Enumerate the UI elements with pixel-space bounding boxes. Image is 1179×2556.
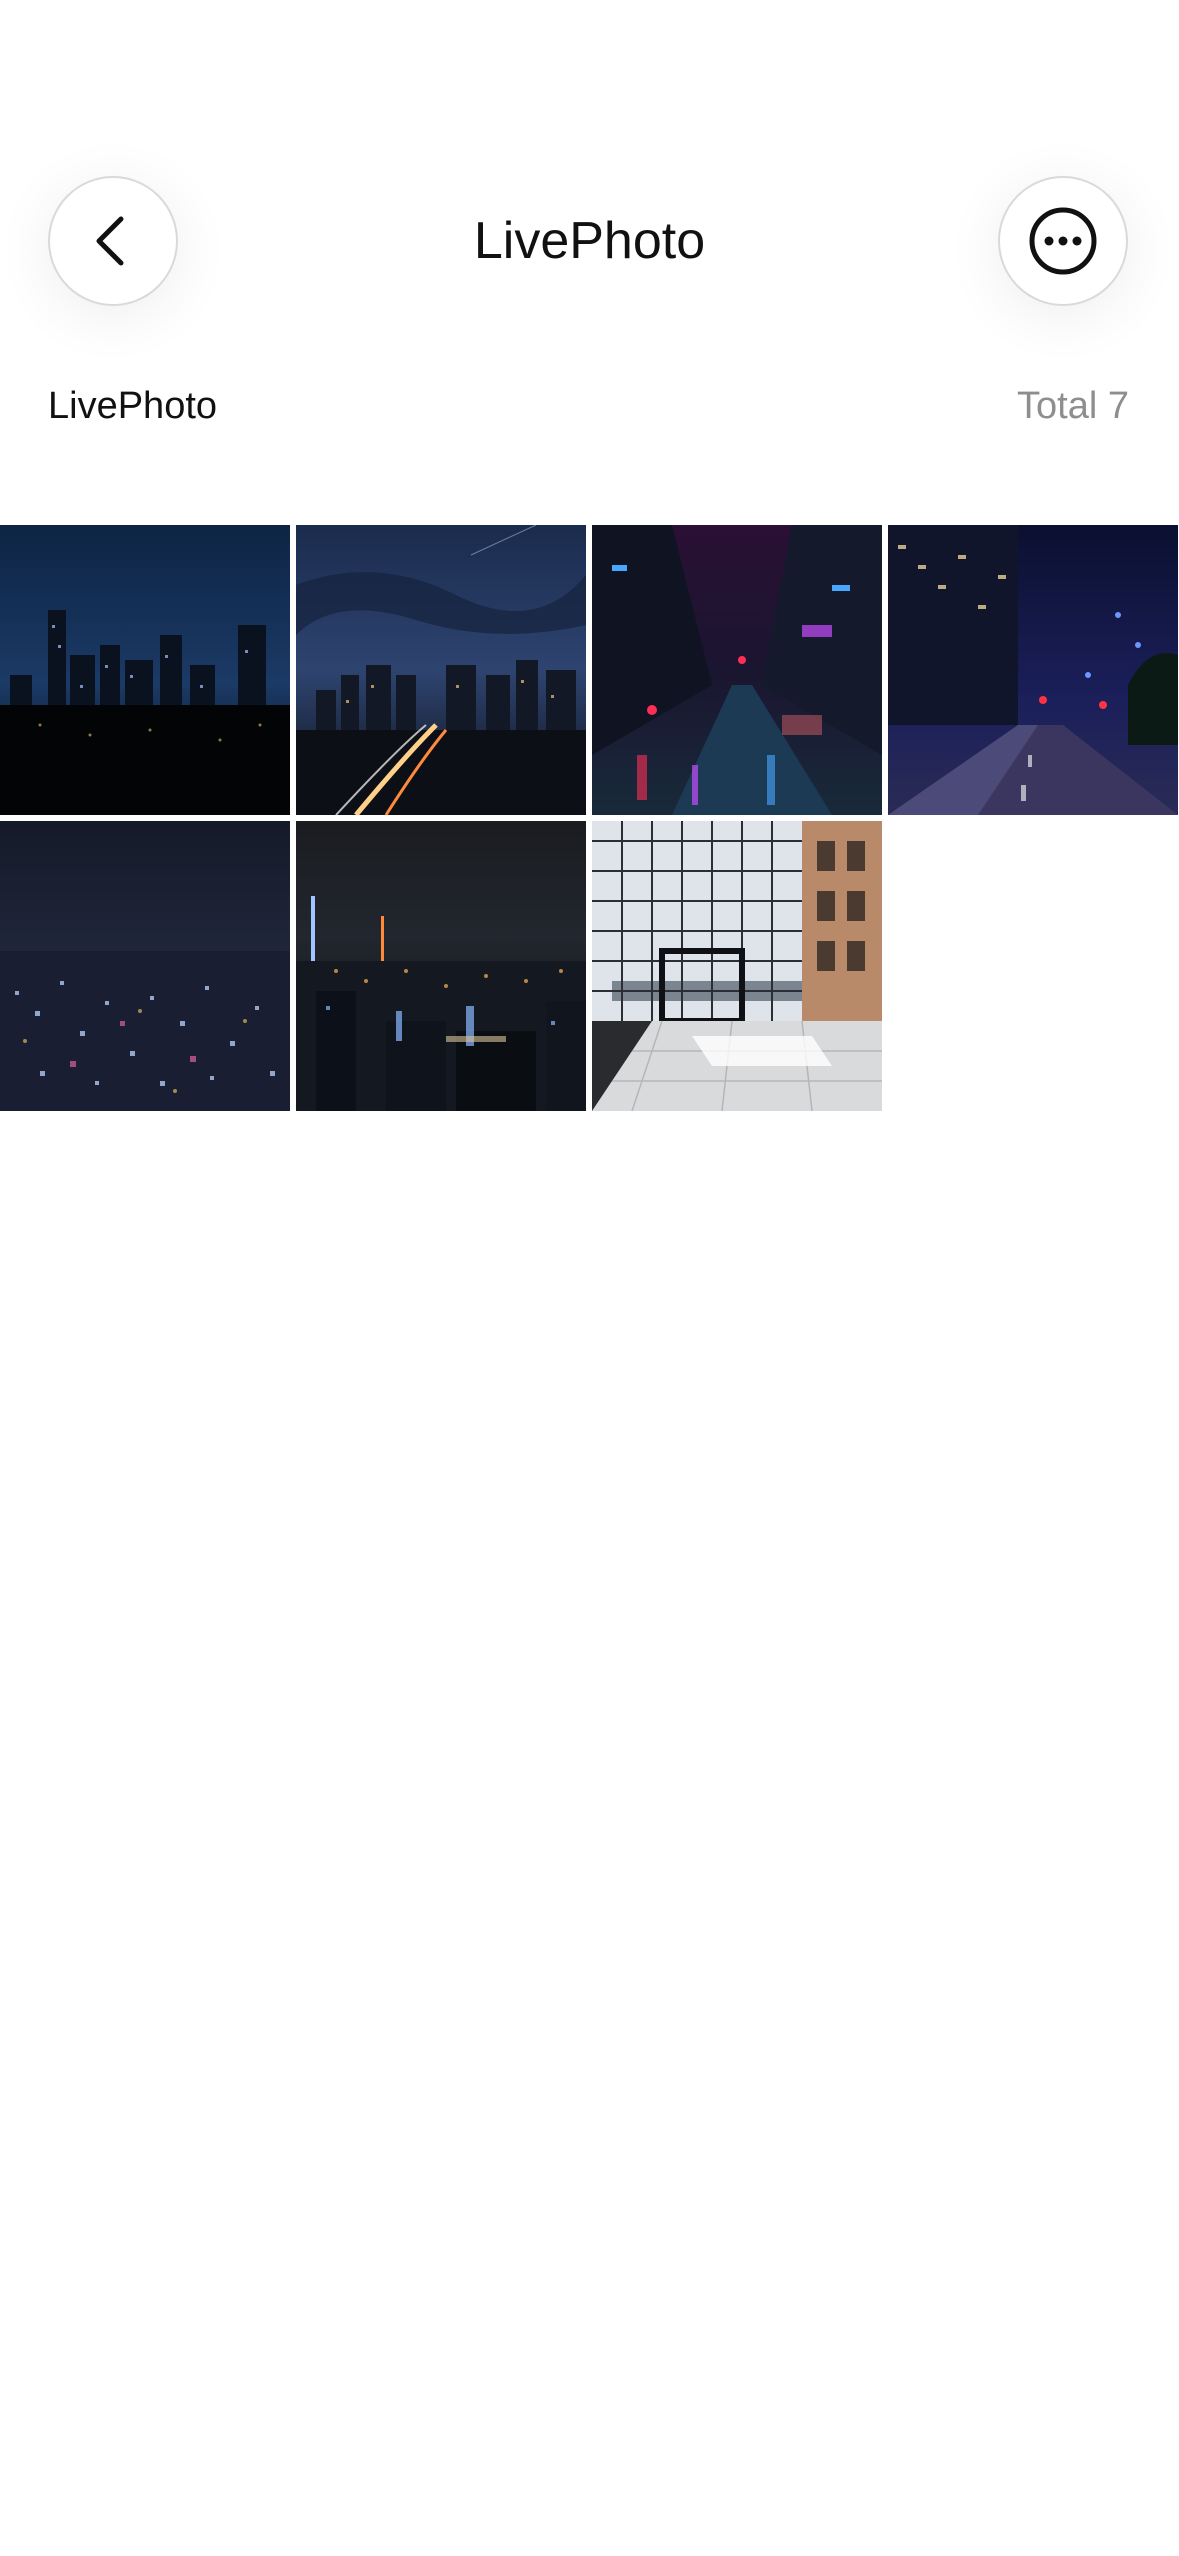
album-screen: LivePhoto LivePhoto Total 7 — [0, 0, 1179, 2556]
photo-thumbnail[interactable] — [592, 525, 882, 815]
photo-thumbnail[interactable] — [296, 821, 586, 1111]
photo-thumbnail[interactable] — [888, 525, 1178, 815]
photo-thumbnail[interactable] — [0, 525, 290, 815]
photo-thumbnail[interactable] — [0, 821, 290, 1111]
photo-thumbnail[interactable] — [592, 821, 882, 1111]
ellipsis-circle-icon — [1029, 207, 1097, 275]
photo-grid — [0, 525, 1179, 1111]
photo-count: Total 7 — [1017, 385, 1129, 427]
more-options-button[interactable] — [998, 176, 1128, 306]
photo-thumbnail[interactable] — [296, 525, 586, 815]
album-name: LivePhoto — [48, 385, 218, 427]
